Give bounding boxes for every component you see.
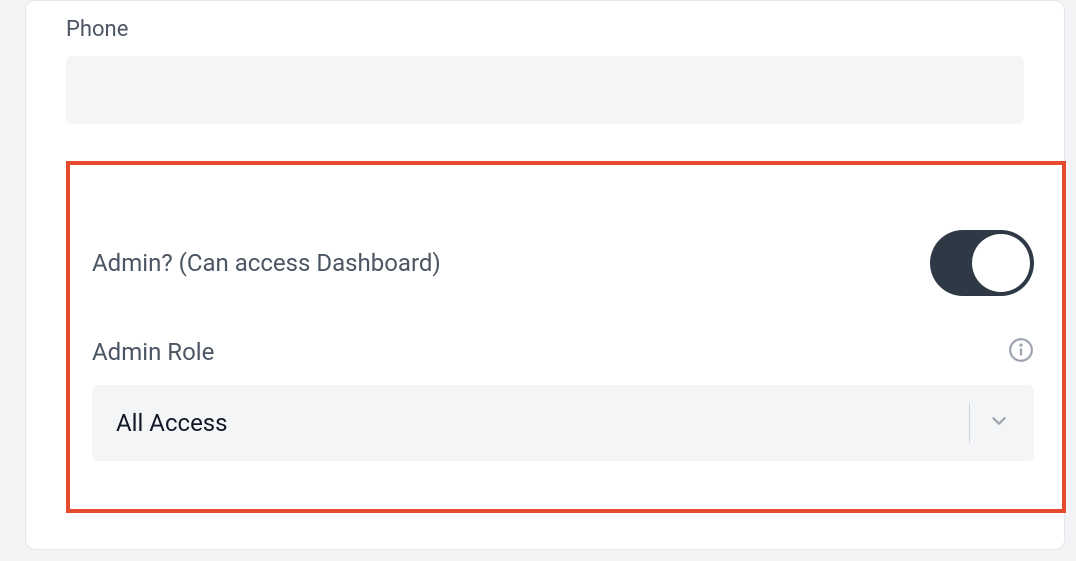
select-affordance	[969, 385, 1010, 461]
admin-toggle[interactable]	[930, 230, 1034, 296]
admin-role-header: Admin Role	[92, 337, 1034, 367]
phone-label: Phone	[66, 17, 1024, 42]
phone-input[interactable]	[66, 56, 1024, 124]
admin-toggle-row: Admin? (Can access Dashboard)	[92, 230, 1034, 296]
form-panel: Phone Admin? (Can access Dashboard) Admi…	[25, 0, 1065, 550]
admin-role-section: Admin Role All Access	[92, 337, 1034, 461]
chevron-down-icon	[988, 410, 1010, 436]
admin-role-selected-value: All Access	[116, 409, 228, 437]
admin-role-label: Admin Role	[92, 338, 214, 366]
admin-toggle-label: Admin? (Can access Dashboard)	[92, 249, 441, 277]
info-icon[interactable]	[1008, 337, 1034, 367]
admin-role-select[interactable]: All Access	[92, 385, 1034, 461]
toggle-knob	[972, 234, 1030, 292]
select-divider	[969, 403, 970, 443]
